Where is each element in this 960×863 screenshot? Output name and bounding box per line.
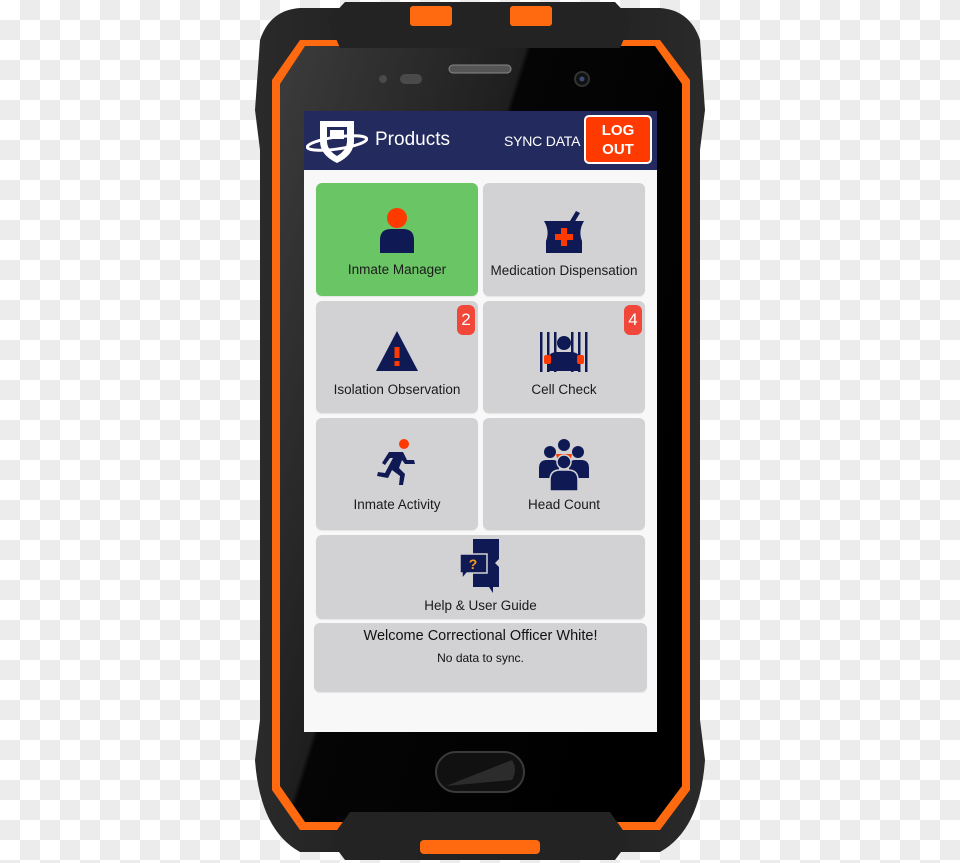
sync-data-button[interactable]: SYNC DATA <box>504 133 580 149</box>
tile-label: Isolation Observation <box>333 382 461 397</box>
app-screen: Products SYNC DATA LOG OUT Inmate Manage… <box>304 111 657 732</box>
logout-label-line1: LOG <box>601 121 635 139</box>
tile-head-count[interactable]: Head Count <box>483 418 645 530</box>
tile-cell-check[interactable]: 4 Cell Check <box>483 301 645 413</box>
tile-label: Medication Dispensation <box>490 263 638 278</box>
running-person-icon <box>377 439 415 485</box>
notification-badge: 4 <box>624 305 642 335</box>
group-icon <box>539 439 589 492</box>
tile-label: Help & User Guide <box>424 598 537 613</box>
tile-isolation-observation[interactable]: 2 Isolation Observation <box>316 301 478 413</box>
logout-label-line2: OUT <box>602 140 634 158</box>
tile-medication-dispensation[interactable]: Medication Dispensation <box>483 183 645 296</box>
shield-logo-icon <box>306 121 368 163</box>
tile-inmate-manager[interactable]: Inmate Manager <box>316 183 478 296</box>
tile-label: Inmate Manager <box>347 262 447 277</box>
welcome-panel: Welcome Correctional Officer White! No d… <box>314 623 647 692</box>
jail-cell-icon <box>540 332 588 372</box>
logout-button[interactable]: LOG OUT <box>584 115 652 164</box>
tile-label: Head Count <box>527 497 601 512</box>
person-icon <box>380 208 414 253</box>
warning-triangle-icon <box>376 331 418 371</box>
tile-label: Inmate Activity <box>353 497 441 512</box>
welcome-message: Welcome Correctional Officer White! <box>363 628 598 644</box>
svg-text:?: ? <box>468 556 477 572</box>
page-title: Products <box>375 129 450 150</box>
tile-help-user-guide[interactable]: ? Help & User Guide <box>316 535 645 619</box>
light-sensor <box>400 74 422 84</box>
chat-help-icon: ? <box>458 539 499 593</box>
tile-inmate-activity[interactable]: Inmate Activity <box>316 418 478 530</box>
app-header: Products SYNC DATA LOG OUT <box>304 111 657 170</box>
earpiece-speaker <box>448 64 512 74</box>
sync-status: No data to sync. <box>437 651 524 665</box>
mortar-pestle-icon <box>544 211 584 253</box>
notification-badge: 2 <box>457 305 475 335</box>
proximity-sensor <box>379 75 387 83</box>
tile-label: Cell Check <box>531 382 597 397</box>
